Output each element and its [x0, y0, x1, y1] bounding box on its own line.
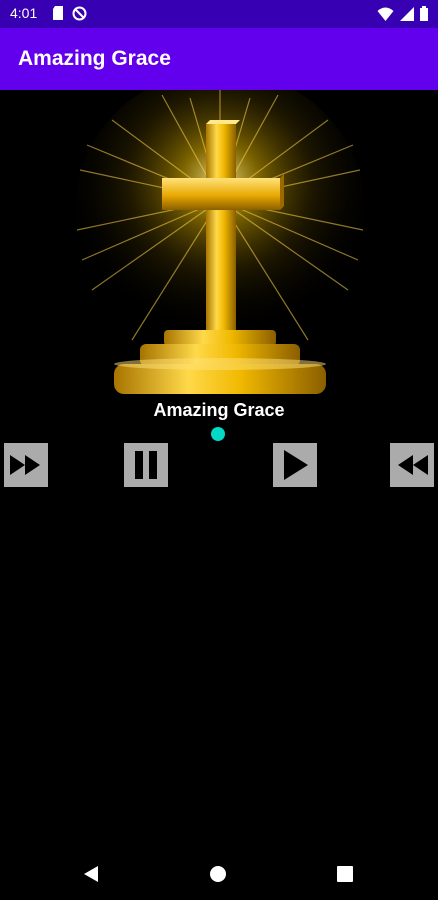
status-bar: 4:01: [0, 0, 438, 28]
navigation-bar: [0, 848, 438, 900]
status-time: 4:01: [10, 5, 38, 21]
pause-button[interactable]: [124, 443, 168, 487]
rewind-button[interactable]: [390, 443, 434, 487]
app-title: Amazing Grace: [18, 47, 171, 70]
progress-dot[interactable]: [211, 427, 225, 441]
signal-icon: [400, 6, 414, 26]
back-icon[interactable]: [82, 864, 100, 889]
song-title: Amazing Grace: [153, 400, 285, 420]
fast-forward-icon: [4, 443, 48, 487]
fast-forward-button[interactable]: [4, 443, 48, 487]
play-button[interactable]: [273, 443, 317, 487]
sd-card-icon: [52, 6, 64, 26]
battery-icon: [420, 6, 428, 26]
play-icon: [273, 443, 317, 487]
cross-image: [72, 70, 368, 426]
recents-icon[interactable]: [337, 866, 353, 887]
wifi-icon: [377, 7, 394, 26]
home-icon[interactable]: [209, 865, 227, 888]
pause-icon: [124, 443, 168, 487]
rewind-icon: [390, 443, 434, 487]
do-not-disturb-icon: [72, 6, 87, 26]
app-bar: Amazing Grace: [0, 28, 438, 90]
